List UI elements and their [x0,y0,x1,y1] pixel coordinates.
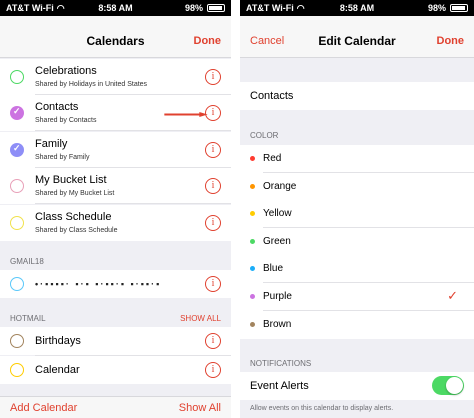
color-option-brown[interactable]: Brown [240,311,474,339]
done-button[interactable]: Done [437,35,465,47]
color-name: Brown [263,319,292,330]
calendar-name-field[interactable]: Contacts [240,82,474,110]
event-alerts-toggle[interactable] [432,376,464,395]
color-name: Red [263,153,282,164]
calendar-color-circle[interactable] [10,216,24,230]
battery-percent: 98% [427,3,446,13]
red-arrow-icon [164,112,208,117]
calendar-row-calendar[interactable]: Calendar i [0,356,231,384]
color-name: Purple [263,291,292,302]
calendar-color-circle[interactable] [10,70,24,84]
notifications-section-label: NOTIFICATIONS [250,359,312,368]
info-circle-icon[interactable]: i [205,215,221,231]
color-option-blue[interactable]: Blue [240,255,474,283]
info-circle-icon[interactable]: i [205,333,221,349]
color-dot [250,294,255,299]
color-option-yellow[interactable]: Yellow [240,200,474,228]
event-alerts-row: Event Alerts [240,372,474,400]
checkmark-icon: ✓ [447,288,458,303]
color-name: Green [263,236,291,247]
battery-icon [450,4,468,12]
calendar-row-birthdays[interactable]: Birthdays i [0,327,231,355]
calendar-shared-by: Shared by My Bucket List [35,190,115,197]
done-button[interactable]: Done [194,35,222,47]
add-calendar-button[interactable]: Add Calendar [10,402,77,414]
info-circle-icon[interactable]: i [205,142,221,158]
nav-bar: Cancel Edit Calendar Done [240,16,474,58]
color-dot [250,239,255,244]
color-option-green[interactable]: Green [240,228,474,256]
color-name: Orange [263,181,297,192]
calendars-screen: AT&T Wi-Fi ◠ 8:58 AM 98% Calendars Done C… [0,0,234,418]
calendar-color-circle[interactable] [10,277,24,291]
info-circle-icon[interactable]: i [205,276,221,292]
show-all-hotmail-link[interactable]: SHOW ALL [180,314,221,323]
calendar-checked-circle[interactable] [10,143,24,157]
calendar-name: Birthdays [35,335,81,347]
calendar-shared-by: Shared by Family [35,154,90,161]
color-option-red[interactable]: Red [240,145,474,173]
gmail-section-label: GMAIL18 [10,257,44,266]
color-dot [250,211,255,216]
bottom-toolbar: Add Calendar Show All [0,396,231,418]
color-dot [250,322,255,327]
calendar-checked-circle[interactable] [10,106,24,120]
color-name: Yellow [263,208,292,219]
hotmail-section-label: HOTMAIL [10,314,46,323]
calendar-name: Celebrations [35,65,97,77]
calendar-name-value[interactable]: Contacts [250,90,293,102]
nav-bar: Calendars Done [0,16,231,58]
calendar-name: Family [35,138,68,150]
gmail-account-name: •·▪▪▪▪· ▪·▪ ▪·▪▪·▪ ▪·▪▪·▪ [35,279,162,289]
calendar-shared-by: Shared by Class Schedule [35,227,118,234]
battery-icon [207,4,225,12]
calendar-color-circle[interactable] [10,334,24,348]
calendar-row[interactable]: Celebrations Shared by Holidays in United… [0,59,231,95]
color-option-purple[interactable]: Purple ✓ [240,283,474,311]
calendar-name: My Bucket List [35,174,107,186]
calendar-color-circle[interactable] [10,363,24,377]
calendar-name: Class Schedule [35,211,112,223]
calendar-row[interactable]: Class Schedule Shared by Class Schedule i [0,205,231,241]
color-section-label: COLOR [250,131,279,140]
calendar-name: Contacts [35,101,79,113]
calendar-shared-by: Shared by Holidays in United States [35,81,148,88]
event-alerts-label: Event Alerts [250,380,309,392]
calendar-shared-by: Shared by Contacts [35,117,97,124]
gmail-account-row[interactable]: •·▪▪▪▪· ▪·▪ ▪·▪▪·▪ ▪·▪▪·▪ i [0,270,231,298]
info-circle-icon[interactable]: i [205,178,221,194]
edit-calendar-screen: AT&T Wi-Fi ◠ 8:58 AM 98% Cancel Edit Cale… [240,0,474,418]
calendar-row[interactable]: My Bucket List Shared by My Bucket List i [0,168,231,204]
info-circle-icon[interactable]: i [205,362,221,378]
color-name: Blue [263,263,284,274]
battery-percent: 98% [184,3,203,13]
calendar-color-circle[interactable] [10,179,24,193]
color-dot [250,156,255,161]
calendar-row[interactable]: Family Shared by Family i [0,132,231,168]
color-dot [250,184,255,189]
color-dot [250,266,255,271]
event-alerts-footnote: Allow events on this calendar to display… [250,405,394,412]
info-circle-icon[interactable]: i [205,69,221,85]
calendar-name: Calendar [35,364,80,376]
status-bar: AT&T Wi-Fi ◠ 8:58 AM 98% [0,0,231,16]
status-bar: AT&T Wi-Fi ◠ 8:58 AM 98% [240,0,474,16]
color-option-orange[interactable]: Orange [240,173,474,201]
show-all-button[interactable]: Show All [179,402,221,414]
